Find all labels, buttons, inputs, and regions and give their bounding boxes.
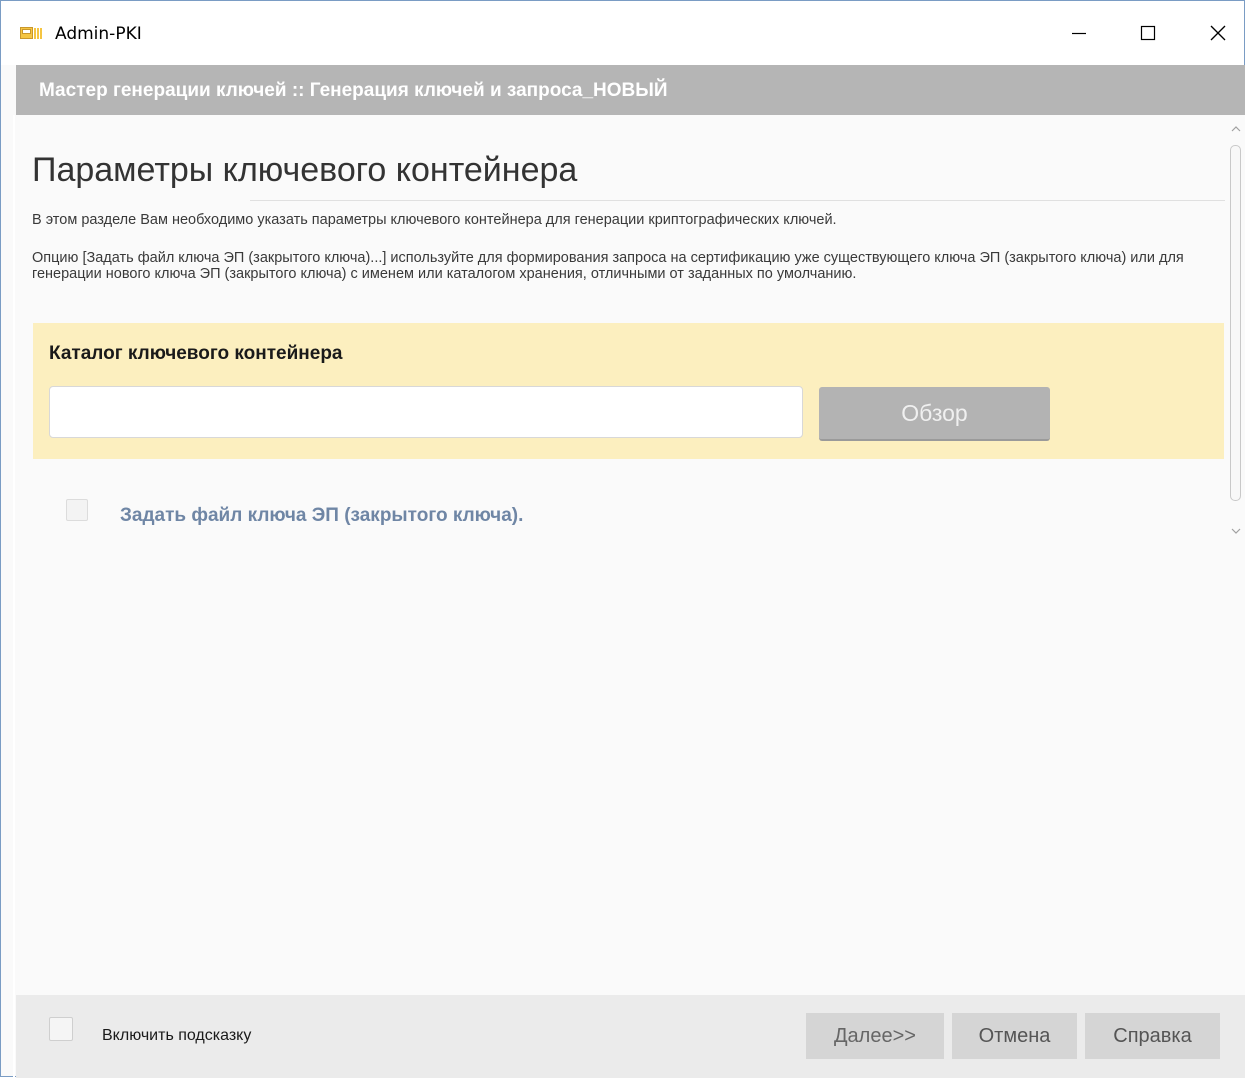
title-divider bbox=[250, 200, 1225, 201]
window-title: Admin-PKI bbox=[55, 24, 142, 44]
wizard-header-title: Мастер генерации ключей :: Генерация клю… bbox=[39, 80, 668, 101]
maximize-button[interactable] bbox=[1125, 15, 1171, 51]
window-left-edge bbox=[13, 115, 15, 1078]
wizard-footer: Включить подсказку Далее>> Отмена Справк… bbox=[16, 995, 1245, 1078]
description-text: В этом разделе Вам необходимо указать па… bbox=[32, 212, 837, 228]
key-container-title: Каталог ключевого контейнера bbox=[49, 343, 343, 364]
hint-label[interactable]: Включить подсказку bbox=[102, 1027, 251, 1045]
scrollbar-thumb[interactable] bbox=[1230, 145, 1241, 501]
scroll-up-icon[interactable] bbox=[1231, 125, 1241, 133]
title-bar: Admin-PKI bbox=[1, 1, 1244, 65]
browse-button[interactable]: Обзор bbox=[819, 387, 1050, 441]
next-button[interactable]: Далее>> bbox=[806, 1013, 944, 1059]
key-file-label[interactable]: Задать файл ключа ЭП (закрытого ключа). bbox=[120, 505, 523, 527]
close-icon bbox=[1210, 25, 1226, 41]
wizard-content: Параметры ключевого контейнера В этом ра… bbox=[16, 115, 1245, 995]
wizard-header: Мастер генерации ключей :: Генерация клю… bbox=[16, 65, 1245, 115]
content-scrollbar[interactable] bbox=[1227, 123, 1245, 541]
help-button[interactable]: Справка bbox=[1085, 1013, 1220, 1059]
hint-checkbox[interactable] bbox=[49, 1017, 73, 1041]
key-container-panel: Каталог ключевого контейнера Обзор bbox=[33, 323, 1224, 459]
scroll-down-icon[interactable] bbox=[1231, 527, 1241, 535]
app-window: Admin-PKI Мастер генерации ключей :: Ген… bbox=[0, 0, 1245, 1078]
page-title: Параметры ключевого контейнера bbox=[32, 151, 578, 189]
admin-pki-app-icon bbox=[20, 27, 42, 41]
minimize-button[interactable] bbox=[1056, 15, 1102, 51]
key-file-checkbox[interactable] bbox=[66, 499, 88, 521]
minimize-icon bbox=[1072, 32, 1086, 35]
close-button[interactable] bbox=[1195, 15, 1241, 51]
option-description-text: Опцию [Задать файл ключа ЭП (закрытого к… bbox=[32, 250, 1184, 282]
maximize-icon bbox=[1140, 25, 1156, 41]
cancel-button[interactable]: Отмена bbox=[952, 1013, 1077, 1059]
key-container-path-input[interactable] bbox=[49, 386, 803, 438]
